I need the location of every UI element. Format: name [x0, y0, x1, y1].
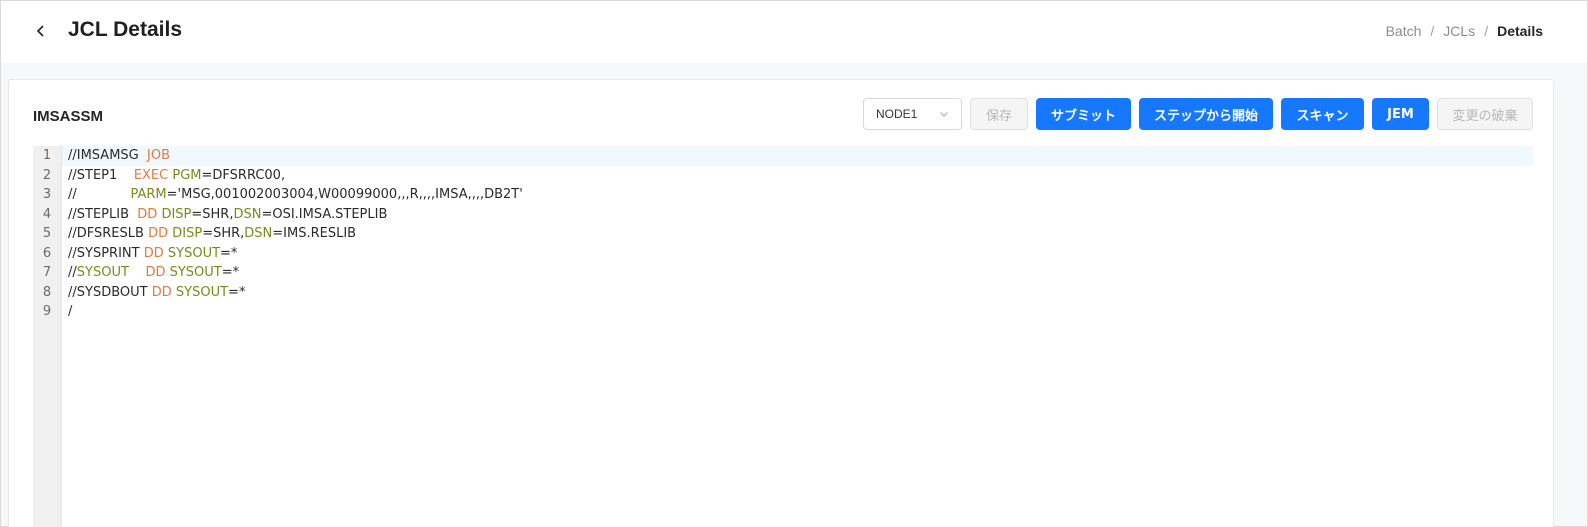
breadcrumb: Batch / JCLs / Details — [1386, 23, 1543, 39]
code-area[interactable]: //IMSAMSG JOB//STEP1 EXEC PGM=DFSRRC00, /… — [62, 146, 1533, 322]
code-token: DSN — [244, 226, 273, 241]
code-token: SYSOUT — [76, 265, 129, 280]
code-line[interactable]: //DFSRESLB DD DISP=SHR,DSN=IMS.RESLIB — [62, 224, 1533, 244]
code-token: =SHR, — [202, 226, 245, 241]
code-token: SYSOUT — [167, 245, 221, 261]
code-token: PGM — [172, 167, 202, 183]
code-token: DD — [145, 265, 166, 280]
jem-button[interactable]: JEM — [1372, 98, 1429, 130]
code-token: DD — [143, 245, 164, 261]
breadcrumb-details: Details — [1497, 23, 1543, 39]
code-token: SYSOUT — [175, 284, 229, 300]
code-token: =* — [220, 245, 238, 261]
code-token: =DFSRRC00, — [201, 167, 286, 183]
code-token: / — [68, 304, 73, 319]
code-token: //DFSRESLB — [68, 226, 149, 241]
code-line[interactable]: //IMSAMSG JOB — [62, 146, 1533, 166]
code-token: DSN — [233, 206, 262, 222]
page-title: JCL Details — [68, 18, 182, 41]
code-token: DD — [148, 226, 169, 241]
code-token: =* — [228, 284, 246, 300]
node-select-value: NODE1 — [876, 107, 918, 121]
line-number: 8 — [42, 284, 52, 300]
line-number: 3 — [42, 187, 52, 202]
code-token: =OSI.IMSA.STEPLIB — [261, 206, 388, 222]
code-token: //STEP1 — [68, 167, 134, 183]
code-token: EXEC — [133, 167, 169, 183]
scan-button[interactable]: スキャン — [1281, 98, 1364, 130]
line-number: 1 — [42, 148, 52, 163]
code-token: =IMS.RESLIB — [272, 226, 357, 241]
code-line[interactable]: //SYSOUT DD SYSOUT=* — [62, 263, 1533, 283]
code-token: //SYSPRINT — [68, 245, 144, 261]
line-number-gutter: 1 2 3 4 5 6 7 8 9 — [33, 146, 62, 527]
job-name: IMSASSM — [33, 108, 104, 125]
line-number: 5 — [42, 226, 52, 241]
code-token: //STEPLIB — [68, 206, 138, 222]
code-line[interactable]: //STEPLIB DD DISP=SHR,DSN=OSI.IMSA.STEPL… — [62, 205, 1533, 225]
chevron-down-icon — [940, 112, 948, 117]
line-number: 4 — [42, 206, 52, 222]
code-line[interactable]: //SYSDBOUT DD SYSOUT=* — [62, 283, 1533, 303]
code-token: //SYSDBOUT — [68, 284, 152, 300]
line-number: 9 — [42, 304, 52, 319]
code-line[interactable]: //SYSPRINT DD SYSOUT=* — [62, 244, 1533, 264]
breadcrumb-separator: / — [1430, 23, 1435, 39]
code-token: PARM — [130, 187, 167, 202]
code-line[interactable]: //STEP1 EXEC PGM=DFSRRC00, — [62, 166, 1533, 186]
breadcrumb-batch[interactable]: Batch — [1386, 23, 1422, 39]
chevron-left-icon — [36, 25, 44, 37]
line-number: 7 — [42, 265, 52, 280]
code-editor[interactable]: 123456789 //IMSAMSG JOB//STEP1 EXEC PGM=… — [33, 146, 1533, 527]
code-token: DD — [151, 284, 172, 300]
toolbar: NODE1 保存 サブミット ステップから開始 スキャン JEM 変更の破棄 — [863, 98, 1533, 130]
code-token: SYSOUT — [169, 265, 222, 280]
code-token: DD — [137, 206, 158, 222]
code-token: JOB — [147, 148, 171, 163]
line-number: 2 — [42, 167, 52, 183]
code-token: =* — [221, 265, 240, 280]
code-token: // — [68, 265, 77, 280]
back-button[interactable] — [29, 19, 53, 43]
code-token: //IMSAMSG — [68, 148, 148, 163]
code-token: DISP — [161, 206, 192, 222]
node-select[interactable]: NODE1 — [863, 98, 962, 130]
code-line[interactable]: / — [62, 302, 1533, 322]
jcl-card: IMSASSM NODE1 保存 サブミット ステップから開始 スキャン JEM… — [8, 79, 1554, 527]
save-button[interactable]: 保存 — [970, 98, 1028, 130]
code-token: DISP — [172, 226, 203, 241]
submit-button[interactable]: サブミット — [1036, 98, 1131, 130]
breadcrumb-jcls[interactable]: JCLs — [1443, 23, 1475, 39]
code-line[interactable]: // PARM='MSG,001002003004,W00099000,,,R,… — [62, 185, 1533, 205]
breadcrumb-separator: / — [1484, 23, 1489, 39]
code-token: ='MSG,001002003004,W00099000,,,R,,,,IMSA… — [166, 187, 523, 202]
page-header: JCL Details Batch / JCLs / Details — [1, 1, 1587, 63]
code-token: // — [68, 187, 131, 202]
discard-changes-button[interactable]: 変更の破棄 — [1437, 98, 1533, 130]
start-from-step-button[interactable]: ステップから開始 — [1139, 98, 1273, 130]
line-number: 6 — [42, 245, 52, 261]
code-token: =SHR, — [191, 206, 234, 222]
